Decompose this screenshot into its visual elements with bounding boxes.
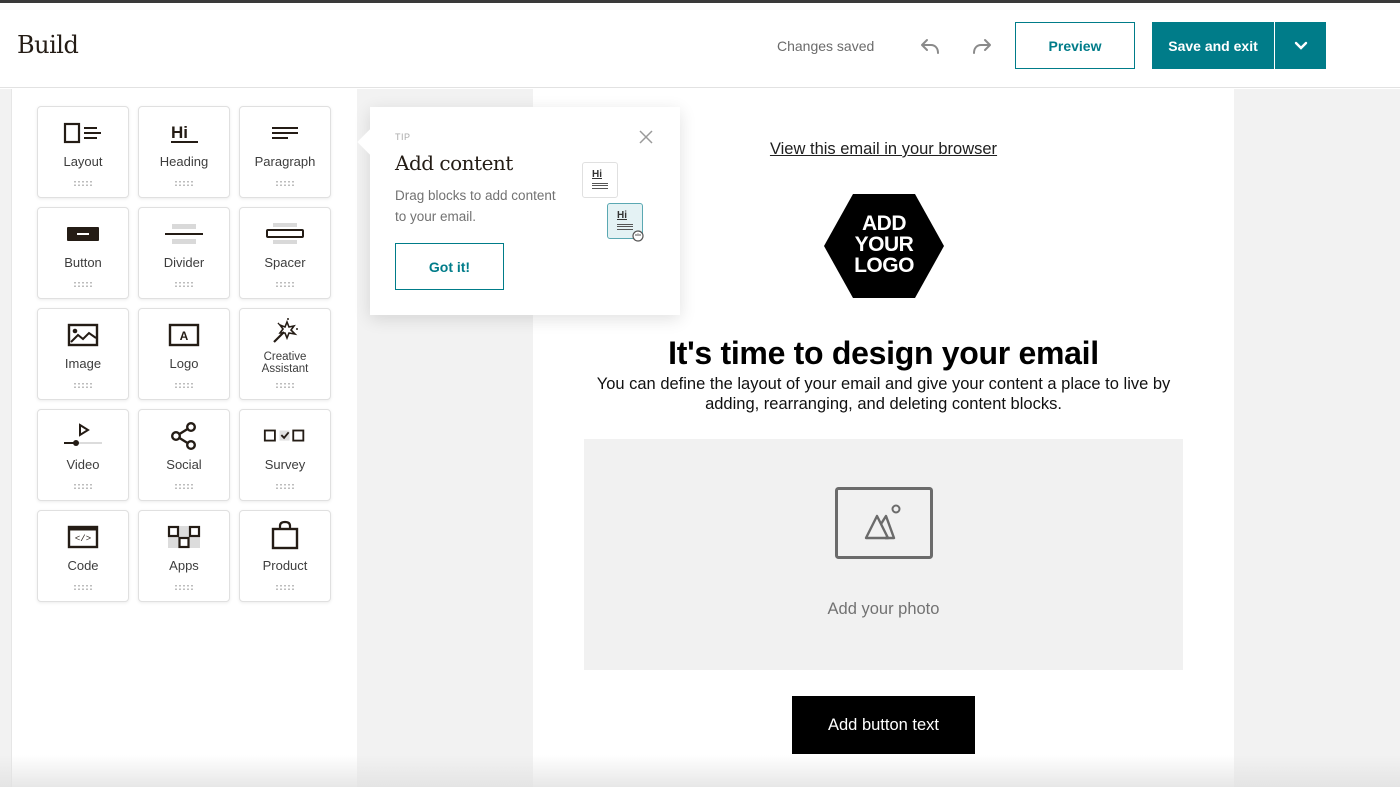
block-label: Layout bbox=[63, 154, 103, 169]
magic-wand-icon bbox=[273, 318, 298, 343]
drag-handle-icon[interactable] bbox=[73, 584, 93, 591]
heading-icon: Hi bbox=[171, 123, 198, 143]
drag-handle-icon[interactable] bbox=[275, 483, 295, 490]
got-it-button[interactable]: Got it! bbox=[395, 243, 504, 290]
block-label: Creative Assistant bbox=[261, 351, 309, 375]
drag-handle-icon[interactable] bbox=[275, 382, 295, 389]
close-tip-button[interactable] bbox=[638, 129, 654, 145]
spacer-icon bbox=[266, 223, 304, 244]
drag-handle-icon[interactable] bbox=[275, 584, 295, 591]
block-social[interactable]: Social bbox=[138, 409, 230, 501]
redo-arrow-icon bbox=[973, 39, 991, 54]
tip-body: Drag blocks to add content to your email… bbox=[395, 188, 556, 224]
block-label: Apps bbox=[169, 558, 199, 573]
block-label: Heading bbox=[159, 154, 209, 169]
shopping-bag-icon bbox=[271, 520, 299, 550]
tip-popover: TIP Add content Drag blocks to add conte… bbox=[357, 107, 680, 315]
block-label: Social bbox=[166, 457, 202, 472]
video-icon bbox=[64, 423, 102, 446]
tip-label: TIP bbox=[395, 132, 411, 142]
block-label: Video bbox=[66, 457, 100, 472]
photo-placeholder-label: Add your photo bbox=[827, 600, 940, 618]
logo-placeholder[interactable]: ADD YOUR LOGO bbox=[823, 193, 945, 299]
block-product[interactable]: Product bbox=[239, 510, 331, 602]
apps-icon bbox=[167, 525, 201, 549]
page-title: Build bbox=[17, 31, 79, 59]
block-video[interactable]: Video bbox=[37, 409, 129, 501]
preview-button[interactable]: Preview bbox=[1015, 22, 1135, 69]
drag-handle-icon[interactable] bbox=[73, 180, 93, 187]
drag-handle-icon[interactable] bbox=[174, 180, 194, 187]
drag-handle-icon[interactable] bbox=[174, 281, 194, 288]
chevron-down-icon bbox=[1294, 41, 1307, 50]
block-image[interactable]: Image bbox=[37, 308, 129, 400]
divider-icon bbox=[165, 224, 203, 244]
left-edge-panel bbox=[0, 89, 12, 787]
paragraph-icon bbox=[272, 127, 298, 139]
mini-lines-icon bbox=[617, 224, 633, 230]
mini-heading-text: Hi bbox=[592, 169, 602, 180]
drag-illustration-target: Hi bbox=[607, 203, 644, 242]
drag-handle-icon[interactable] bbox=[174, 382, 194, 389]
block-label: Survey bbox=[264, 457, 306, 472]
block-label: Product bbox=[262, 558, 308, 573]
grab-cursor-icon bbox=[632, 230, 644, 242]
block-heading[interactable]: Hi Heading bbox=[138, 106, 230, 198]
block-label: Spacer bbox=[264, 255, 306, 270]
block-divider[interactable]: Divider bbox=[138, 207, 230, 299]
tip-title: Add content bbox=[395, 151, 513, 175]
layout-icon bbox=[63, 122, 101, 144]
logo-icon: A bbox=[168, 323, 200, 347]
email-headline[interactable]: It's time to design your email bbox=[533, 335, 1234, 372]
redo-button[interactable] bbox=[969, 34, 993, 58]
email-body-text[interactable]: You can define the layout of your email … bbox=[573, 374, 1194, 414]
drag-handle-icon[interactable] bbox=[275, 180, 295, 187]
close-icon bbox=[639, 130, 653, 144]
image-icon bbox=[67, 323, 99, 347]
block-code[interactable]: </> Code bbox=[37, 510, 129, 602]
block-label: Image bbox=[64, 356, 102, 371]
save-status: Changes saved bbox=[777, 38, 875, 54]
save-options-dropdown-button[interactable] bbox=[1275, 22, 1326, 69]
code-icon: </> bbox=[67, 525, 99, 549]
block-apps[interactable]: Apps bbox=[138, 510, 230, 602]
photo-icon bbox=[835, 487, 933, 559]
drag-handle-icon[interactable] bbox=[73, 483, 93, 490]
right-gray-area bbox=[1234, 89, 1400, 787]
block-label: Divider bbox=[163, 255, 205, 270]
mini-lines-icon bbox=[592, 183, 608, 189]
header: Build Changes saved Preview Save and exi… bbox=[0, 3, 1400, 88]
share-icon bbox=[171, 422, 197, 450]
drag-handle-icon[interactable] bbox=[73, 281, 93, 288]
block-layout[interactable]: Layout bbox=[37, 106, 129, 198]
block-label: Paragraph bbox=[254, 154, 316, 169]
block-button[interactable]: Button bbox=[37, 207, 129, 299]
drag-handle-icon[interactable] bbox=[174, 483, 194, 490]
block-creative-assistant[interactable]: Creative Assistant bbox=[239, 308, 331, 400]
svg-text:Hi: Hi bbox=[171, 123, 188, 142]
block-label: Button bbox=[64, 255, 102, 270]
block-spacer[interactable]: Spacer bbox=[239, 207, 331, 299]
svg-text:</>: </> bbox=[75, 534, 91, 544]
undo-button[interactable] bbox=[919, 34, 943, 58]
drag-handle-icon[interactable] bbox=[174, 584, 194, 591]
survey-icon bbox=[263, 429, 305, 442]
block-label: Code bbox=[67, 558, 99, 573]
svg-text:A: A bbox=[180, 329, 189, 343]
drag-handle-icon[interactable] bbox=[73, 382, 93, 389]
email-cta-button[interactable]: Add button text bbox=[792, 696, 975, 754]
drag-illustration-source: Hi bbox=[582, 162, 618, 198]
block-label: Logo bbox=[169, 356, 199, 371]
save-and-exit-button[interactable]: Save and exit bbox=[1152, 22, 1274, 69]
logo-text: ADD YOUR LOGO bbox=[854, 212, 914, 277]
button-icon bbox=[67, 227, 99, 241]
mini-heading-text: Hi bbox=[617, 210, 627, 221]
undo-arrow-icon bbox=[921, 39, 939, 54]
block-survey[interactable]: Survey bbox=[239, 409, 331, 501]
block-paragraph[interactable]: Paragraph bbox=[239, 106, 331, 198]
photo-placeholder[interactable]: Add your photo bbox=[584, 439, 1183, 670]
content-blocks-grid: Layout Hi Heading Paragraph Button Divid… bbox=[37, 106, 331, 602]
block-logo[interactable]: A Logo bbox=[138, 308, 230, 400]
drag-handle-icon[interactable] bbox=[275, 281, 295, 288]
